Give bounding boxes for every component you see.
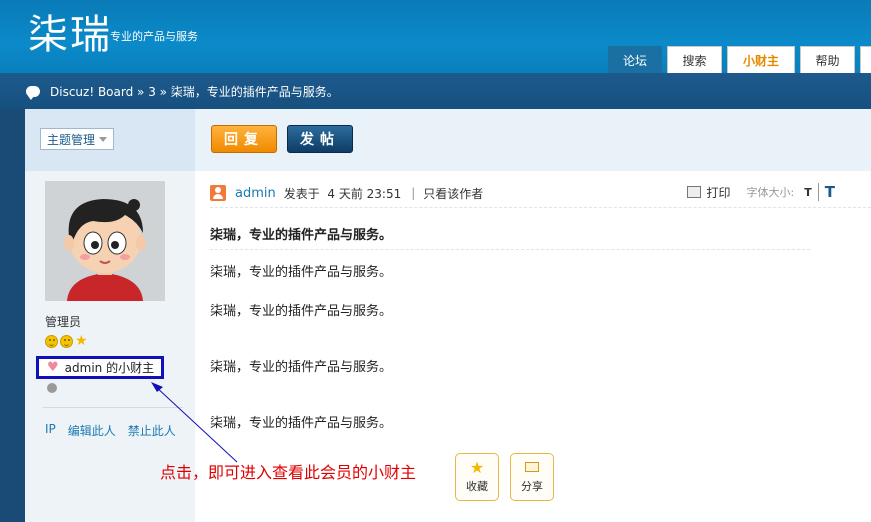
annotation-arrow [151,382,238,463]
